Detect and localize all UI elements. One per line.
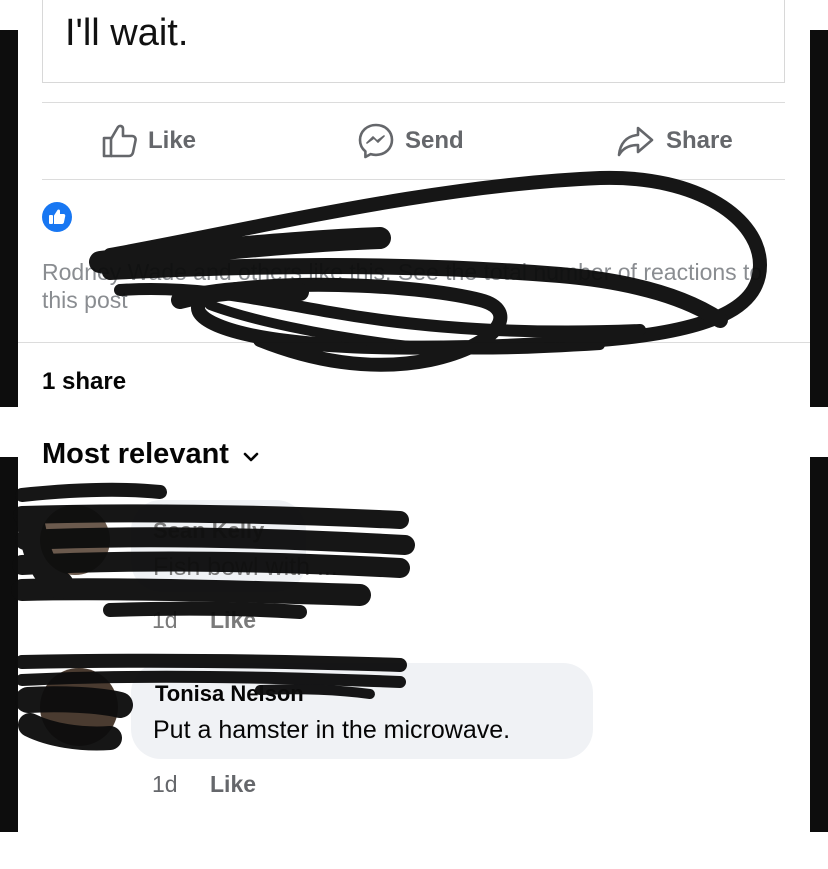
comment-like-button[interactable]: Like [210, 607, 256, 634]
frame-bottom-right [813, 832, 828, 869]
divider-top [42, 102, 785, 103]
share-arrow-icon [616, 122, 656, 160]
reactions-summary[interactable]: Rodney Wade and others like this. See th… [42, 258, 782, 314]
comment-author[interactable]: Tonisa Nelson [155, 681, 304, 707]
avatar[interactable] [40, 505, 110, 575]
frame-left-top [0, 30, 18, 407]
like-reaction-icon [42, 202, 72, 232]
like-button[interactable]: Like [100, 120, 196, 162]
comment-time: 1d [152, 607, 178, 633]
comment-text: Put a hamster in the microwave. [153, 716, 511, 744]
frame-left-bottom [0, 457, 18, 832]
chevron-down-icon [243, 438, 259, 471]
divider-reactions [18, 342, 810, 343]
comment-author[interactable]: Sean Kelly [153, 518, 264, 544]
comment-like-button[interactable]: Like [210, 771, 256, 798]
comment-sort-dropdown[interactable]: Most relevant [42, 438, 259, 471]
shares-count[interactable]: 1 share [42, 368, 126, 396]
thumbs-up-icon [100, 122, 138, 160]
messenger-icon [357, 122, 395, 160]
frame-right-top [810, 30, 828, 407]
frame-right-tail [810, 0, 828, 30]
like-button-label: Like [148, 127, 197, 154]
divider-actions [42, 179, 785, 180]
send-button-label: Send [405, 127, 464, 154]
post-body: I'll wait. [42, 0, 785, 83]
comment-text: Fish bowl with ... [153, 553, 338, 581]
comment-time: 1d [152, 771, 178, 797]
post-text: I'll wait. [65, 12, 189, 54]
share-button-label: Share [666, 127, 733, 154]
frame-right-bottom [810, 457, 828, 832]
sort-label: Most relevant [42, 438, 229, 470]
share-button[interactable]: Share [616, 120, 733, 162]
avatar[interactable] [40, 668, 118, 746]
send-button[interactable]: Send [357, 120, 464, 162]
